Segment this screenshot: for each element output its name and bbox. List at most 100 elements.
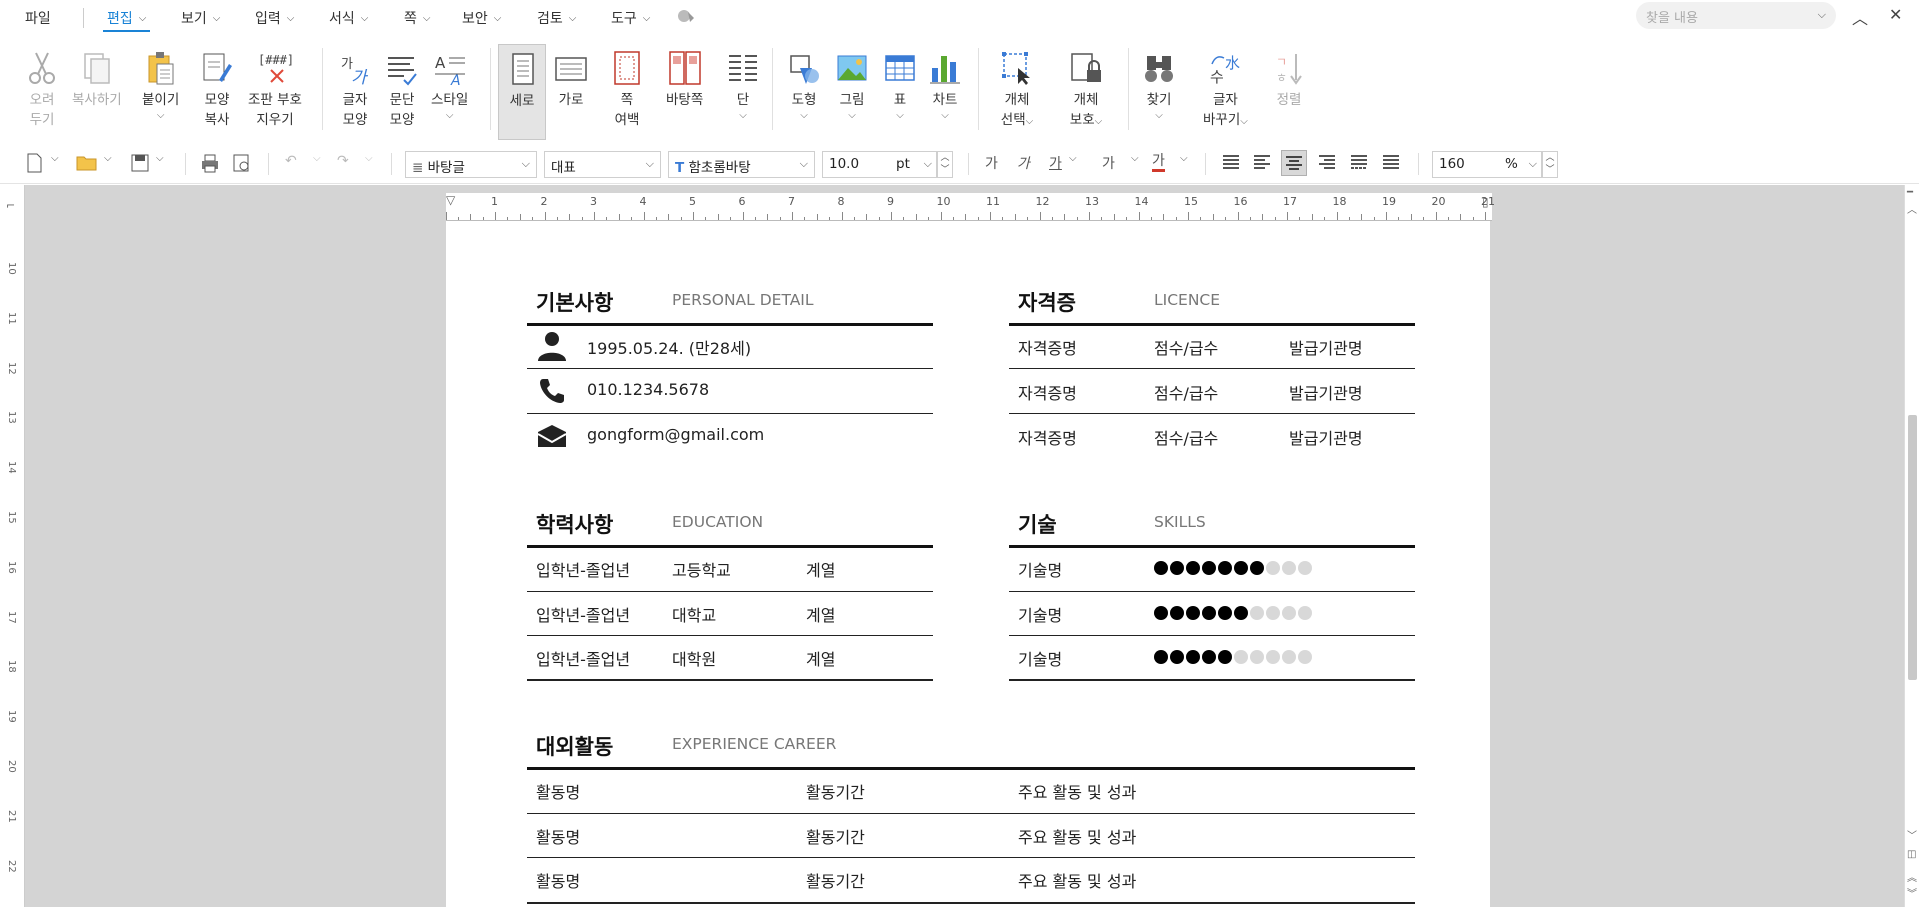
language-select[interactable]: 대표 ⌵: [544, 151, 661, 178]
horizontal-ruler[interactable]: ▽ ▯ 1 2 3 4 5 6 7 8 9 10 11 12 13 14 15 16 17 18 19 20 21: [445, 193, 1495, 221]
ruler-tick: [1398, 217, 1400, 220]
align-right-icon[interactable]: [1318, 153, 1336, 175]
chevron-down-icon[interactable]: ⌵: [848, 110, 856, 122]
zoom-stepper[interactable]: ︿ ﹀: [1542, 151, 1558, 178]
bold-button[interactable]: 가: [985, 153, 998, 173]
new-document-icon[interactable]: [25, 153, 43, 177]
align-split-icon[interactable]: [1382, 153, 1400, 175]
chevron-down-icon[interactable]: ⌵: [51, 153, 59, 164]
chevron-down-icon[interactable]: ⌵: [1069, 153, 1077, 164]
align-distribute-icon[interactable]: [1350, 153, 1368, 175]
char-shape-button[interactable]: 가가 글자 모양: [339, 46, 371, 130]
menu-tools[interactable]: 도구 ⌵: [611, 8, 650, 28]
tools-extra-icon[interactable]: [676, 8, 696, 24]
menu-format[interactable]: 서식 ⌵: [329, 8, 368, 28]
chevron-down-icon[interactable]: ⌵: [800, 110, 808, 122]
zoom-input[interactable]: 160% ⌵: [1432, 151, 1542, 178]
scrollbar-thumb[interactable]: [1908, 415, 1917, 680]
ruler-number: 20: [6, 760, 17, 773]
ruler-tick: [779, 217, 781, 220]
table-button[interactable]: 표 ⌵: [884, 46, 916, 122]
chevron-down-icon[interactable]: ⌵: [1240, 116, 1248, 127]
scroll-down-icon[interactable]: ﹀: [1907, 827, 1917, 842]
menu-security[interactable]: 보안 ⌵: [462, 8, 501, 28]
chevron-down-icon[interactable]: ⌵: [365, 153, 373, 164]
menu-file[interactable]: 파일: [25, 8, 51, 28]
master-page-button[interactable]: 바탕쪽: [666, 46, 703, 110]
columns-button[interactable]: 단 ⌵: [727, 46, 759, 122]
print-icon[interactable]: [200, 153, 220, 177]
chevron-down-icon[interactable]: ⌵: [1095, 116, 1103, 127]
vertical-scrollbar[interactable]: ━ ︿ ﹀ ◫ ︽ ︾: [1904, 185, 1919, 907]
scroll-up-icon[interactable]: ︿: [1907, 201, 1917, 216]
chevron-down-icon[interactable]: ⌵: [1180, 153, 1188, 164]
align-center-icon[interactable]: [1281, 150, 1307, 176]
prev-page-icon[interactable]: ︽: [1907, 869, 1917, 884]
chevron-down-icon[interactable]: ⌵: [1026, 116, 1034, 127]
italic-button[interactable]: 가: [1017, 153, 1030, 173]
chevron-down-icon[interactable]: ⌵: [739, 110, 747, 122]
menu-insert[interactable]: 입력 ⌵: [255, 8, 294, 28]
menu-view[interactable]: 보기 ⌵: [181, 8, 220, 28]
email-text: gongform@gmail.com: [587, 425, 765, 444]
chevron-down-icon[interactable]: ⌵: [157, 110, 165, 122]
save-icon[interactable]: [130, 153, 150, 177]
shape-button[interactable]: 도형 ⌵: [788, 46, 820, 122]
portrait-button[interactable]: 세로: [498, 44, 546, 140]
chevron-down-icon[interactable]: ⌵: [1131, 153, 1139, 164]
licence-issuer: 발급기관명: [1289, 429, 1363, 448]
style-button[interactable]: AA 스타일 ⌵: [431, 46, 468, 122]
style-select[interactable]: ≣ 바탕글 ⌵: [405, 151, 537, 178]
font-select[interactable]: T 함초롬바탕 ⌵: [668, 151, 815, 178]
chevron-down-icon[interactable]: ⌵: [104, 153, 112, 164]
ribbon-collapse-icon[interactable]: ︿: [1852, 5, 1868, 29]
cut-button[interactable]: 오려 두기: [26, 46, 58, 130]
chevron-down-icon[interactable]: ⌵: [313, 153, 321, 164]
sort-button[interactable]: ㄱㅎ 정렬: [1274, 46, 1304, 110]
object-select-button[interactable]: 개체 선택⌵: [1000, 46, 1034, 130]
chevron-down-icon[interactable]: ⌵: [941, 110, 949, 122]
chart-button[interactable]: 차트 ⌵: [929, 46, 961, 122]
redo-icon[interactable]: ↷: [337, 153, 349, 169]
font-size-input[interactable]: 10.0 pt ⌵: [822, 151, 937, 178]
chevron-down-icon[interactable]: ⌵: [896, 110, 904, 122]
underline-button[interactable]: 가: [1049, 153, 1062, 173]
page-margin-button[interactable]: 쪽 여백: [612, 46, 642, 130]
undo-icon[interactable]: ↶: [285, 153, 297, 169]
ruler-tick: [792, 212, 793, 220]
menu-page[interactable]: 쪽 ⌵: [404, 8, 430, 28]
next-page-icon[interactable]: ︾: [1907, 885, 1917, 900]
paste-button[interactable]: 붙이기 ⌵: [142, 46, 179, 122]
ruler-tick: [693, 212, 694, 220]
ruler-corner-icon[interactable]: ⌐: [6, 199, 15, 212]
print-preview-icon[interactable]: [232, 153, 252, 177]
chevron-down-icon[interactable]: ⌵: [1155, 110, 1163, 122]
chevron-down-icon[interactable]: ⌵: [156, 153, 164, 164]
para-shape-button[interactable]: 문단 모양: [386, 46, 418, 130]
chevron-down-icon[interactable]: ⌵: [446, 110, 454, 122]
chevron-down-icon[interactable]: ⌵: [1818, 8, 1826, 22]
align-justify-icon[interactable]: [1222, 153, 1240, 175]
find-input[interactable]: 찾을 내용 ⌵: [1636, 2, 1836, 29]
clear-marks-button[interactable]: [###] 조판 부호 지우기: [248, 46, 302, 130]
font-color-button[interactable]: 가: [1152, 153, 1165, 172]
format-copy-button[interactable]: 모양 복사: [201, 46, 233, 130]
scroll-top-icon[interactable]: ━: [1907, 187, 1913, 198]
landscape-button[interactable]: 가로: [554, 46, 588, 110]
font-size-stepper[interactable]: ︿ ﹀: [937, 151, 953, 178]
object-protect-button[interactable]: 개체 보호⌵: [1069, 46, 1103, 130]
find-button[interactable]: 찾기 ⌵: [1143, 46, 1175, 122]
close-icon[interactable]: ✕: [1889, 5, 1902, 24]
superscript-button[interactable]: 가: [1102, 153, 1115, 173]
menu-edit[interactable]: 편집 ⌵: [102, 8, 151, 32]
page-nav-icon[interactable]: ◫: [1907, 849, 1916, 860]
svg-text:수: 수: [1210, 68, 1224, 86]
align-left-icon[interactable]: [1253, 153, 1271, 175]
ruler-number: 21: [1481, 195, 1495, 208]
menu-review[interactable]: 검토 ⌵: [537, 8, 576, 28]
picture-button[interactable]: 그림 ⌵: [836, 46, 868, 122]
document-page[interactable]: 기본사항 PERSONAL DETAIL 1995.05.24. (만28세) …: [446, 221, 1490, 907]
char-convert-button[interactable]: 수水 글자 바꾸기⌵: [1203, 46, 1248, 130]
open-folder-icon[interactable]: [76, 153, 98, 177]
copy-button[interactable]: 복사하기: [72, 46, 122, 110]
